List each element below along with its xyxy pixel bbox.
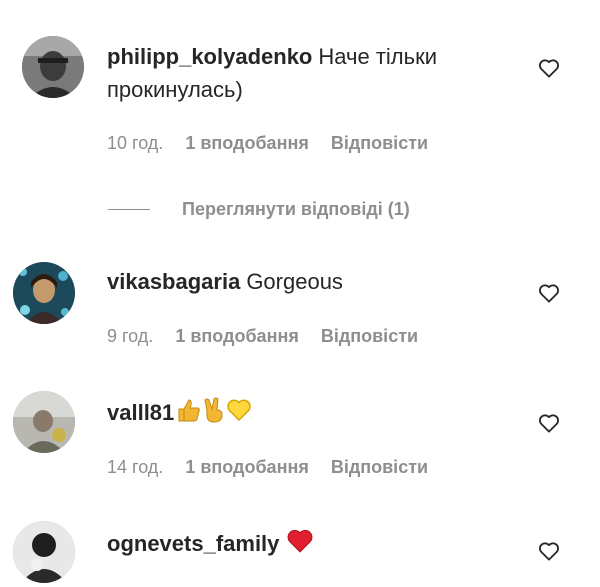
comment-body: Gorgeous bbox=[246, 269, 343, 294]
comment-text: philipp_kolyadenko Наче тільки прокинулас… bbox=[107, 40, 517, 106]
replies-divider bbox=[108, 209, 150, 210]
comment-username[interactable]: philipp_kolyadenko bbox=[107, 44, 312, 69]
victory-hand-icon bbox=[202, 397, 226, 432]
avatar[interactable] bbox=[13, 391, 75, 453]
avatar[interactable] bbox=[22, 36, 84, 98]
comment-username[interactable]: ognevets_family bbox=[107, 531, 279, 556]
comment-likes[interactable]: 1 вподобання bbox=[175, 326, 299, 347]
comment-text: vikasbagaria Gorgeous bbox=[107, 265, 517, 298]
comment-time: 9 год. bbox=[107, 326, 154, 346]
reply-button[interactable]: Відповісти bbox=[321, 326, 418, 347]
like-heart-icon[interactable] bbox=[538, 283, 560, 303]
like-heart-icon[interactable] bbox=[538, 541, 560, 561]
comment-username[interactable]: valll81 bbox=[107, 400, 174, 425]
like-heart-icon[interactable] bbox=[538, 58, 560, 78]
comment-meta: 14 год. 1 вподобання Відповісти bbox=[107, 457, 428, 478]
red-heart-icon bbox=[285, 528, 315, 563]
view-replies-label: Переглянути відповіді (1) bbox=[182, 199, 410, 219]
comment-text: valll81 bbox=[107, 396, 517, 432]
avatar[interactable] bbox=[13, 262, 75, 324]
reply-button[interactable]: Відповісти bbox=[331, 133, 428, 154]
comment-text: ognevets_family bbox=[107, 527, 517, 563]
comment-meta: 10 год. 1 вподобання Відповісти bbox=[107, 133, 428, 154]
view-replies-button[interactable]: Переглянути відповіді (1) bbox=[108, 199, 410, 220]
comment-time: 14 год. bbox=[107, 457, 164, 477]
comment-time: 10 год. bbox=[107, 133, 164, 153]
thumbs-up-icon bbox=[176, 397, 202, 432]
comment-username[interactable]: vikasbagaria bbox=[107, 269, 240, 294]
comment-meta: 9 год. 1 вподобання Відповісти bbox=[107, 326, 418, 347]
avatar[interactable] bbox=[13, 521, 75, 583]
comment-likes[interactable]: 1 вподобання bbox=[185, 457, 309, 478]
reply-button[interactable]: Відповісти bbox=[331, 457, 428, 478]
yellow-heart-icon bbox=[226, 398, 252, 431]
comment-likes[interactable]: 1 вподобання bbox=[185, 133, 309, 154]
like-heart-icon[interactable] bbox=[538, 413, 560, 433]
